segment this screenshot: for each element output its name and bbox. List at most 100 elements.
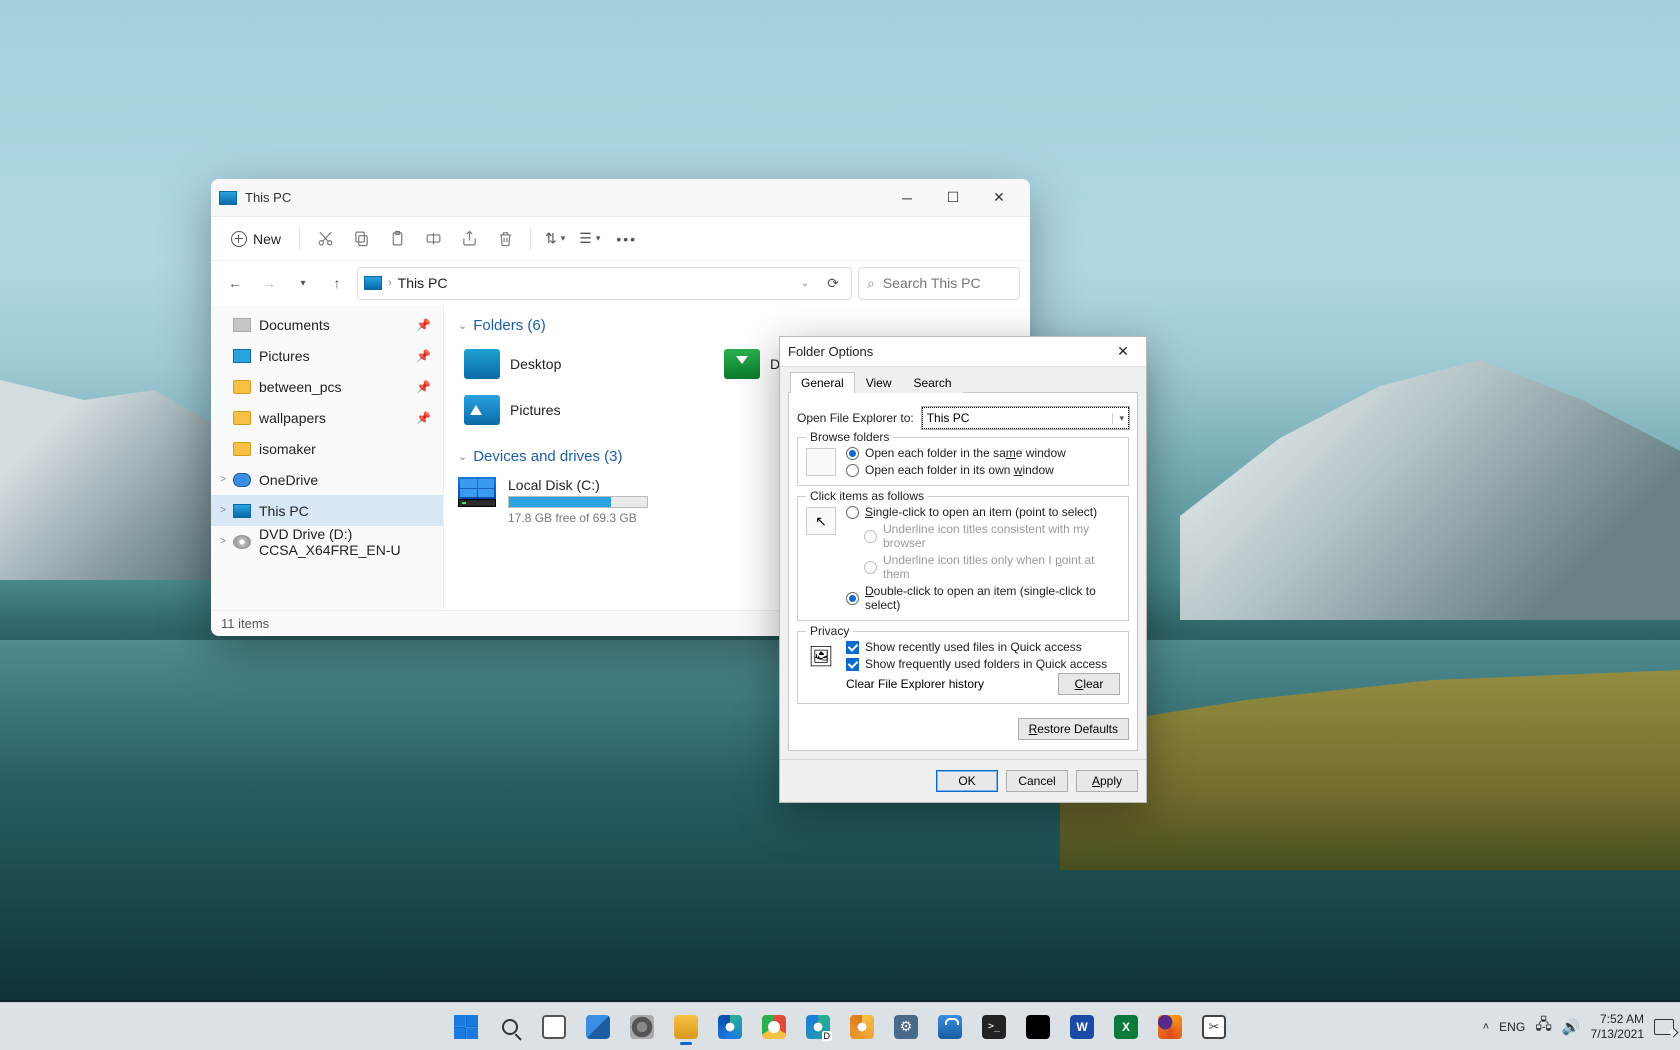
tray-overflow-button[interactable]: ˄ xyxy=(1483,1021,1489,1033)
view-button[interactable]: ☰ ▾ xyxy=(573,226,606,251)
back-button[interactable]: ← xyxy=(221,269,249,297)
open-to-combo[interactable]: This PC ▾ xyxy=(922,407,1129,429)
sidebar-item-documents[interactable]: Documents📌 xyxy=(211,309,443,340)
paste-button[interactable] xyxy=(380,224,414,254)
rename-button[interactable] xyxy=(416,224,450,254)
radio-single-click[interactable]: Single-click to open an item (point to s… xyxy=(846,505,1120,519)
click-items-icon: ↖ xyxy=(806,507,836,535)
chevron-right-icon[interactable]: > xyxy=(217,505,229,516)
chevron-right-icon: › xyxy=(388,277,392,289)
snipping-tool-button[interactable] xyxy=(1194,1007,1234,1047)
edge-canary-button[interactable] xyxy=(842,1007,882,1047)
up-button[interactable]: ↑ xyxy=(323,269,351,297)
wallpaper-mountain-right xyxy=(1180,360,1680,620)
tab-general[interactable]: General xyxy=(790,372,855,393)
chevron-right-icon[interactable]: > xyxy=(217,474,229,485)
dialog-titlebar[interactable]: Folder Options ✕ xyxy=(780,337,1146,367)
plus-icon xyxy=(231,231,247,247)
drive-icon xyxy=(458,477,496,507)
tab-search[interactable]: Search xyxy=(903,372,963,393)
minimize-button[interactable]: ─ xyxy=(884,183,930,213)
edge-button[interactable] xyxy=(710,1007,750,1047)
store-button[interactable] xyxy=(930,1007,970,1047)
search-box[interactable]: ⌕ xyxy=(858,267,1020,300)
recent-button[interactable]: ▾ xyxy=(289,269,317,297)
word-button[interactable]: W xyxy=(1062,1007,1102,1047)
drive-tile-c[interactable]: Local Disk (C:) 17.8 GB free of 69.3 GB xyxy=(458,471,718,531)
settings-app-button[interactable] xyxy=(886,1007,926,1047)
ok-button[interactable]: OK xyxy=(936,770,998,792)
search-button[interactable] xyxy=(490,1007,530,1047)
chevron-down-icon[interactable]: ⌄ xyxy=(795,278,815,289)
cmd-button[interactable] xyxy=(1018,1007,1058,1047)
sidebar-item-label: wallpapers xyxy=(259,410,326,426)
chevron-right-icon[interactable]: > xyxy=(217,536,229,547)
refresh-button[interactable]: ⟳ xyxy=(821,275,845,292)
forward-button[interactable]: → xyxy=(255,269,283,297)
sidebar-item-isomaker[interactable]: isomaker xyxy=(211,433,443,464)
pin-icon: 📌 xyxy=(416,349,431,363)
sidebar-item-this-pc[interactable]: >This PC xyxy=(211,495,443,526)
sidebar-item-pictures[interactable]: Pictures📌 xyxy=(211,340,443,371)
folder-options-dialog: Folder Options ✕ General View Search Ope… xyxy=(779,336,1147,803)
edge-dev-button[interactable] xyxy=(798,1007,838,1047)
excel-button[interactable]: X xyxy=(1106,1007,1146,1047)
network-icon[interactable]: 🖧 xyxy=(1535,1014,1552,1039)
radio-same-window[interactable]: Open each folder in the same window xyxy=(846,446,1120,460)
file-explorer-button[interactable] xyxy=(666,1007,706,1047)
close-button[interactable]: ✕ xyxy=(1108,341,1138,363)
drive-name: Local Disk (C:) xyxy=(508,477,648,493)
clock[interactable]: 7:52 AM 7/13/2021 xyxy=(1591,1012,1644,1041)
dvd-icon xyxy=(233,535,251,549)
sidebar-item-between-pcs[interactable]: between_pcs📌 xyxy=(211,371,443,402)
od-icon xyxy=(233,473,251,487)
firefox-button[interactable] xyxy=(1150,1007,1190,1047)
sidebar-item-onedrive[interactable]: > OneDrive xyxy=(211,464,443,495)
chrome-button[interactable] xyxy=(754,1007,794,1047)
language-indicator[interactable]: ENG xyxy=(1499,1020,1525,1034)
settings-button[interactable] xyxy=(622,1007,662,1047)
cut-button[interactable] xyxy=(308,224,342,254)
titlebar[interactable]: This PC ─ ☐ ✕ xyxy=(211,179,1030,217)
volume-icon[interactable]: 🔊 xyxy=(1562,1018,1581,1036)
cancel-button[interactable]: Cancel xyxy=(1006,770,1068,792)
open-to-label: Open File Explorer to: xyxy=(797,411,914,425)
date: 7/13/2021 xyxy=(1591,1027,1644,1041)
folder-pictures[interactable]: Pictures xyxy=(464,390,704,430)
copy-button[interactable] xyxy=(344,224,378,254)
widgets-button[interactable] xyxy=(578,1007,618,1047)
sort-button[interactable]: ⇅ ▾ xyxy=(539,226,571,251)
chevron-down-icon: ⌄ xyxy=(458,450,467,463)
delete-button[interactable] xyxy=(488,224,522,254)
terminal-button[interactable] xyxy=(974,1007,1014,1047)
dialog-title: Folder Options xyxy=(788,344,873,359)
radio-own-window[interactable]: Open each folder in its own window xyxy=(846,463,1120,477)
sidebar-item-label: OneDrive xyxy=(259,472,318,488)
folder-desktop[interactable]: Desktop xyxy=(464,344,704,384)
new-button[interactable]: New xyxy=(221,227,291,251)
close-button[interactable]: ✕ xyxy=(976,183,1022,213)
tab-view[interactable]: View xyxy=(855,372,903,393)
apply-button[interactable]: Apply xyxy=(1076,770,1138,792)
click-items-group: Click items as follows ↖ Single-click to… xyxy=(797,496,1129,621)
search-input[interactable] xyxy=(883,275,1011,291)
clear-button[interactable]: Clear xyxy=(1058,673,1120,695)
check-recent-files[interactable]: Show recently used files in Quick access xyxy=(846,640,1120,654)
check-frequent-folders[interactable]: Show frequently used folders in Quick ac… xyxy=(846,657,1120,671)
sidebar-item-dvd-drive-d-ccsa-x64fre-en-u[interactable]: >DVD Drive (D:) CCSA_X64FRE_EN-U xyxy=(211,526,443,557)
radio-double-click[interactable]: Double-click to open an item (single-cli… xyxy=(846,584,1120,612)
fold-icon xyxy=(233,380,251,394)
notifications-button[interactable] xyxy=(1654,1019,1674,1035)
more-button[interactable]: ••• xyxy=(608,227,645,251)
this-pc-icon xyxy=(219,191,237,205)
start-button[interactable] xyxy=(446,1007,486,1047)
breadcrumb[interactable]: This PC xyxy=(398,275,448,291)
address-bar[interactable]: › This PC ⌄ ⟳ xyxy=(357,267,852,300)
browse-folders-icon xyxy=(806,448,836,476)
sidebar-item-wallpapers[interactable]: wallpapers📌 xyxy=(211,402,443,433)
maximize-button[interactable]: ☐ xyxy=(930,183,976,213)
taskbar: W X ˄ ENG 🖧 🔊 7:52 AM 7/13/2021 xyxy=(0,1002,1680,1050)
task-view-button[interactable] xyxy=(534,1007,574,1047)
share-button[interactable] xyxy=(452,224,486,254)
restore-defaults-button[interactable]: Restore Defaults xyxy=(1018,718,1129,740)
